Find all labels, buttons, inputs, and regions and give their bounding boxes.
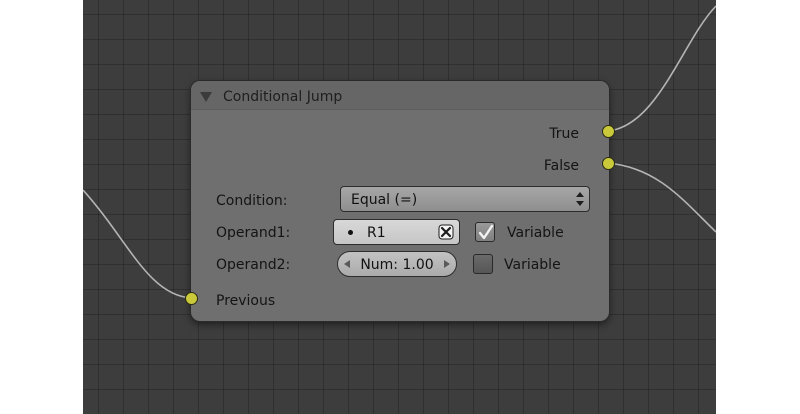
- input-previous-label: Previous: [216, 293, 276, 309]
- conditional-jump-node[interactable]: Conditional Jump True False Condition: E…: [185, 81, 615, 321]
- operand1-variable-label: Variable: [507, 225, 564, 241]
- operand2-number-field[interactable]: Num: 1.00: [337, 251, 457, 277]
- input-previous-socket[interactable]: [185, 292, 198, 305]
- link-false-output: [607, 162, 716, 233]
- link-previous-input: [83, 189, 192, 299]
- operand2-variable-checkbox[interactable]: [473, 254, 493, 274]
- operand1-label: Operand1:: [216, 225, 291, 241]
- operand1-variable-checkbox[interactable]: [475, 222, 495, 242]
- screenshot-frame: Conditional Jump True False Condition: E…: [0, 0, 800, 414]
- link-true-output: [607, 5, 716, 132]
- output-true-label: True: [549, 126, 579, 142]
- condition-label: Condition:: [216, 193, 288, 209]
- output-false-label: False: [543, 158, 579, 174]
- output-true-socket[interactable]: [602, 125, 615, 138]
- checkmark-icon: [478, 224, 494, 240]
- condition-value: Equal (=): [351, 192, 418, 208]
- node-header[interactable]: Conditional Jump: [191, 81, 609, 110]
- operand2-label: Operand2:: [216, 257, 291, 273]
- output-false-socket[interactable]: [602, 157, 615, 170]
- operand1-value: R1: [367, 225, 386, 241]
- operand2-variable-label: Variable: [504, 257, 561, 273]
- operand2-value: Num: 1.00: [360, 257, 434, 273]
- dot-icon: [348, 230, 353, 235]
- node-editor-canvas[interactable]: Conditional Jump True False Condition: E…: [83, 0, 716, 414]
- triangle-down-icon[interactable]: [200, 92, 212, 102]
- x-icon[interactable]: [436, 222, 456, 242]
- node-title: Conditional Jump: [223, 89, 343, 105]
- operand1-field[interactable]: R1: [333, 219, 460, 245]
- arrow-right-icon[interactable]: [444, 260, 450, 268]
- up-down-arrows-icon: [576, 192, 584, 206]
- condition-dropdown[interactable]: Equal (=): [340, 186, 590, 212]
